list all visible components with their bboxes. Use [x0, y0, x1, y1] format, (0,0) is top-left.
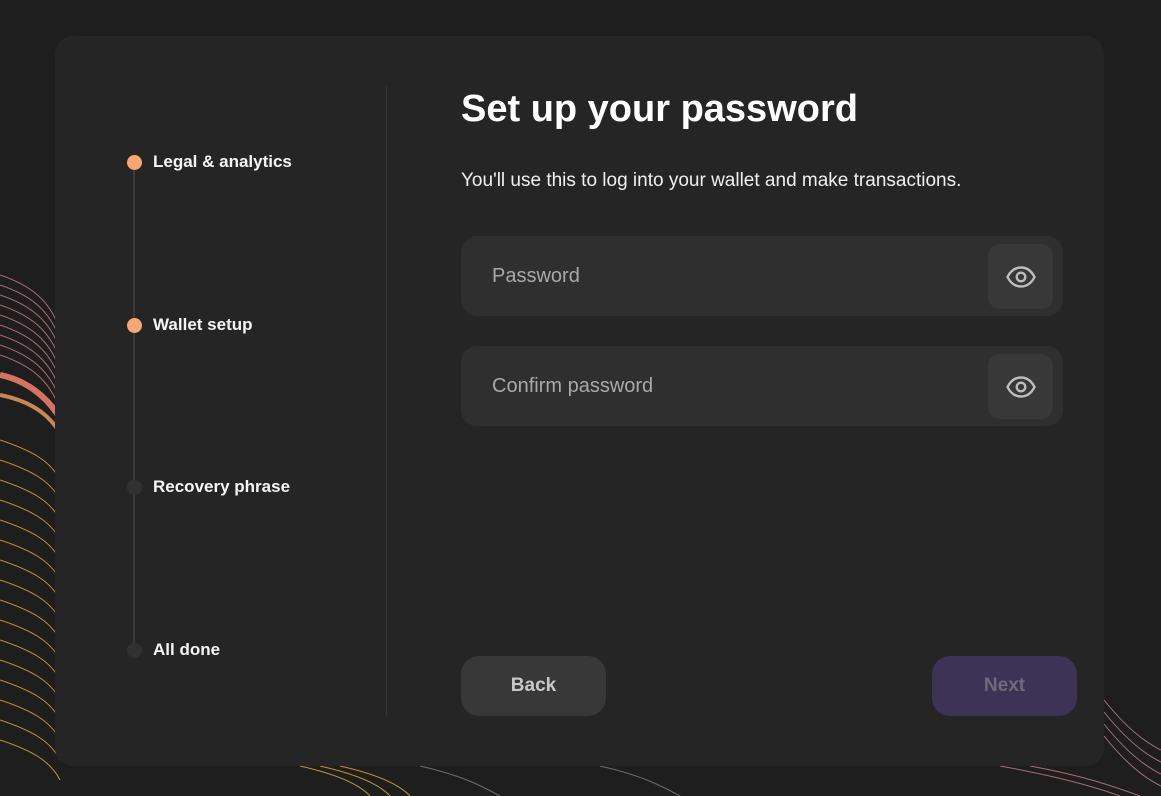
password-field [461, 236, 1063, 316]
show-password-button[interactable] [988, 244, 1053, 309]
step-wallet-setup: Wallet setup [127, 315, 253, 335]
step-legal-analytics: Legal & analytics [127, 152, 292, 172]
password-input[interactable] [461, 236, 981, 316]
confirm-password-input[interactable] [461, 346, 981, 426]
step-connector [133, 169, 135, 319]
step-label: Recovery phrase [153, 477, 291, 496]
vertical-divider [386, 86, 387, 716]
step-dot-current [127, 317, 142, 333]
step-dot-pending [127, 642, 142, 658]
step-label: All done [153, 640, 221, 659]
step-label: Legal & analytics [153, 152, 292, 171]
show-confirm-password-button[interactable] [988, 354, 1053, 419]
back-button[interactable]: Back [461, 656, 606, 716]
confirm-password-field [461, 346, 1063, 426]
next-button[interactable]: Next [932, 656, 1077, 716]
step-label: Wallet setup [153, 315, 253, 334]
page-subtitle: You'll use this to log into your wallet … [461, 170, 962, 191]
step-all-done: All done [127, 640, 220, 660]
step-dot-done [127, 154, 142, 170]
step-connector [133, 332, 135, 482]
setup-card: Legal & analytics Wallet setup Recovery … [55, 36, 1104, 766]
page-title: Set up your password [461, 88, 858, 130]
eye-icon [1005, 265, 1036, 288]
eye-icon [1005, 375, 1036, 398]
step-dot-pending [127, 479, 142, 495]
step-connector [133, 494, 135, 644]
step-recovery-phrase: Recovery phrase [127, 477, 290, 497]
